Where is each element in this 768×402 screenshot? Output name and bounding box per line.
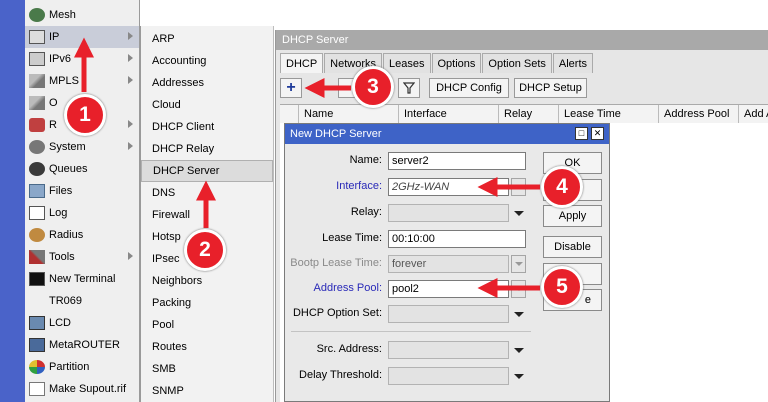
callout-5: 5 xyxy=(541,266,583,308)
callout-4: 4 xyxy=(541,166,583,208)
annotation-arrows xyxy=(74,37,540,298)
callout-3: 3 xyxy=(352,66,394,108)
callout-1: 1 xyxy=(64,94,106,136)
callout-2: 2 xyxy=(184,229,226,271)
